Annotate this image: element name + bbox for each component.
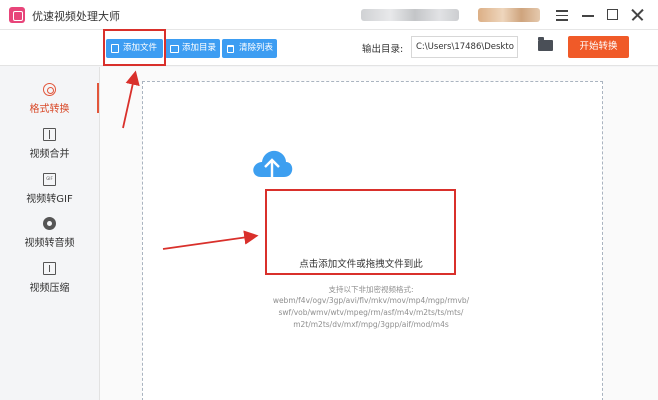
compress-icon [43,262,56,275]
menu-icon[interactable] [552,5,572,25]
sidebar-item-audio[interactable]: 视频转音频 [0,209,99,255]
annotation-box-add-file [103,29,166,66]
supported-formats-heading: 支持以下非加密视频格式: [328,285,414,294]
sidebar-item-label: 视频合并 [29,149,70,160]
sidebar-item-compress[interactable]: 视频压缩 [0,254,99,300]
app-title: 优速视频处理大师 [32,10,120,23]
gif-icon [43,173,56,186]
output-path-field[interactable]: C:\Users\17486\Deskto [411,36,518,58]
folder-icon[interactable] [538,37,553,51]
supported-formats-line: swf/vob/wmv/wtv/mpeg/rm/asf/m4v/m2ts/ts/… [278,308,464,317]
minimize-icon[interactable] [578,5,598,25]
merge-icon [43,128,56,141]
sidebar-item-label: 视频转GIF [26,194,73,205]
trash-icon [227,45,234,53]
sidebar-item-label: 格式转换 [29,104,70,115]
sidebar-item-label: 视频压缩 [29,283,70,294]
app-window: 优速视频处理大师 添加文件 添加目录 清除列表 输出目录: C:\Users\1… [0,0,658,400]
toolbar: 添加文件 添加目录 清除列表 输出目录: C:\Users\17486\Desk… [0,30,658,66]
supported-formats-line: webm/f4v/ogv/3gp/avi/flv/mkv/mov/mp4/mgp… [272,296,470,305]
blurred-user-badge [478,8,540,22]
add-directory-button[interactable]: 添加目录 [165,39,220,58]
output-dir-label: 输出目录: [362,44,404,55]
start-convert-button[interactable]: 开始转换 [568,36,629,58]
folder-outline-icon [170,45,179,53]
audio-icon [43,217,56,230]
sidebar: 格式转换 视频合并 视频转GIF 视频转音频 视频压缩 [0,67,100,400]
annotation-box-drop-area [265,189,456,275]
title-bar: 优速视频处理大师 [0,0,658,30]
blurred-account-info [361,9,459,21]
clear-list-button[interactable]: 清除列表 [222,39,277,58]
maximize-icon[interactable] [603,5,623,25]
app-logo-icon [9,7,25,23]
cloud-upload-icon[interactable] [251,147,293,181]
sidebar-item-format-convert[interactable]: 格式转换 [0,75,99,121]
clear-list-label: 清除列表 [239,43,274,53]
supported-formats-line: m2t/m2ts/dv/mxf/mpg/3gpp/aif/mod/m4s [293,320,449,329]
sidebar-item-label: 视频转音频 [24,238,75,249]
add-directory-label: 添加目录 [182,43,217,53]
sidebar-item-gif[interactable]: 视频转GIF [0,165,99,211]
sidebar-item-merge[interactable]: 视频合并 [0,120,99,166]
close-icon[interactable] [628,5,648,25]
format-convert-icon [43,83,56,96]
